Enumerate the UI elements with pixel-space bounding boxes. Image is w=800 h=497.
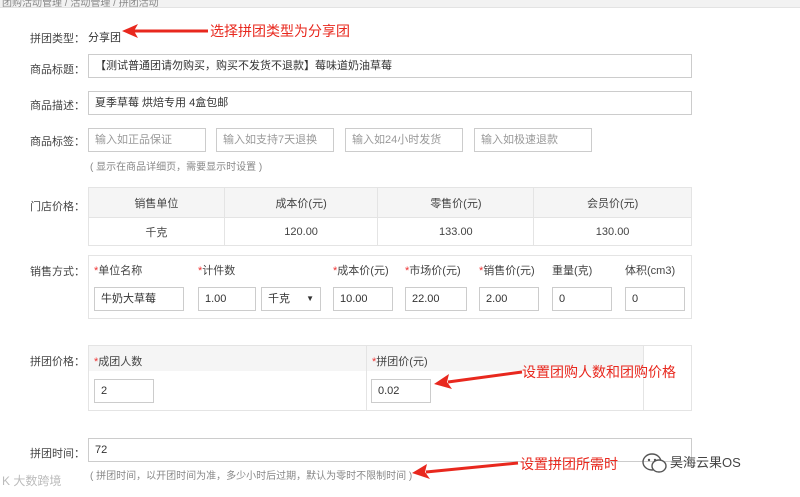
chevron-down-icon: ▼ xyxy=(306,294,314,303)
store-header-cost: 成本价(元) xyxy=(223,187,379,218)
tags-label: 商品标签： xyxy=(30,136,85,148)
unit-select-value: 千克 xyxy=(268,293,290,305)
breadcrumb-bar: 团购活动管理 / 活动管理 / 拼团活动 xyxy=(0,0,800,8)
store-header-unit: 销售单位 xyxy=(88,187,225,218)
unit-select[interactable]: 千克 ▼ xyxy=(261,287,321,311)
tag-input-1[interactable]: 输入如正品保证 xyxy=(88,128,206,152)
title-label: 商品标题： xyxy=(30,64,85,76)
arrow-icon xyxy=(412,461,519,479)
group-type-annotation: 选择拼团类型为分享团 xyxy=(210,23,350,39)
title-input[interactable]: 【测试普通团请勿购买，购买不发货不退款】莓味道奶油草莓 xyxy=(88,54,692,78)
sale-header-count: *计件数 xyxy=(198,265,236,277)
arrow-icon xyxy=(122,24,208,38)
group-time-hint: ( 拼团时间，以开团时间为准，多少小时后过期，默认为零时不限制时间 ) xyxy=(90,471,413,482)
weight-input[interactable]: 0 xyxy=(552,287,612,311)
sale-header-unit-name: *单位名称 xyxy=(94,265,143,277)
store-header-retail: 零售价(元) xyxy=(377,187,535,218)
sale-header-market: *市场价(元) xyxy=(405,265,461,277)
store-cell-retail: 133.00 xyxy=(377,217,535,246)
sale-mode-label: 销售方式： xyxy=(30,266,85,278)
group-price-label: 拼团价格： xyxy=(30,356,85,368)
group-type-label: 拼团类型： xyxy=(30,33,85,45)
store-price-label: 门店价格： xyxy=(30,201,85,213)
store-cell-cost: 120.00 xyxy=(223,217,379,246)
cost-input[interactable]: 10.00 xyxy=(333,287,393,311)
tag-input-4[interactable]: 输入如极速退款 xyxy=(474,128,592,152)
unit-name-input[interactable]: 牛奶大草莓 xyxy=(94,287,184,311)
watermark-left: K 大数跨境 xyxy=(2,474,62,488)
store-cell-member: 130.00 xyxy=(533,217,692,246)
store-cell-unit: 千克 xyxy=(88,217,225,246)
desc-label: 商品描述： xyxy=(30,100,85,112)
group-type-value[interactable]: 分享团 xyxy=(88,29,121,45)
group-time-label: 拼团时间： xyxy=(30,448,85,460)
group-price-header: *拼团价(元) xyxy=(372,356,428,368)
store-header-member: 会员价(元) xyxy=(533,187,692,218)
wechat-icon xyxy=(642,453,667,473)
watermark-right: 昊海云果OS xyxy=(670,455,741,470)
tags-hint: ( 显示在商品详细页，需要显示时设置 ) xyxy=(90,162,263,173)
tag-input-3[interactable]: 输入如24小时发货 xyxy=(345,128,463,152)
group-price-input[interactable]: 0.02 xyxy=(371,379,431,403)
store-price-table: 销售单位 成本价(元) 零售价(元) 会员价(元) 千克 120.00 133.… xyxy=(88,187,692,246)
breadcrumb: 团购活动管理 / 活动管理 / 拼团活动 xyxy=(2,0,159,8)
count-input[interactable]: 1.00 xyxy=(198,287,256,311)
desc-input[interactable]: 夏季草莓 烘焙专用 4盒包邮 xyxy=(88,91,692,115)
group-people-header: *成团人数 xyxy=(94,356,143,368)
tag-input-2[interactable]: 输入如支持7天退换 xyxy=(216,128,334,152)
sale-header-cost: *成本价(元) xyxy=(333,265,389,277)
market-input[interactable]: 22.00 xyxy=(405,287,467,311)
group-price-annotation: 设置团购人数和团购价格 xyxy=(522,364,676,380)
sale-input[interactable]: 2.00 xyxy=(479,287,539,311)
sale-header-volume: 体积(cm3) xyxy=(625,265,676,277)
volume-input[interactable]: 0 xyxy=(625,287,685,311)
group-time-annotation: 设置拼团所需时 xyxy=(520,456,618,472)
sale-header-sale: *销售价(元) xyxy=(479,265,535,277)
divider xyxy=(366,346,367,410)
sale-header-weight: 重量(克) xyxy=(552,265,593,277)
arrow-icon xyxy=(434,370,523,389)
group-people-input[interactable]: 2 xyxy=(94,379,154,403)
